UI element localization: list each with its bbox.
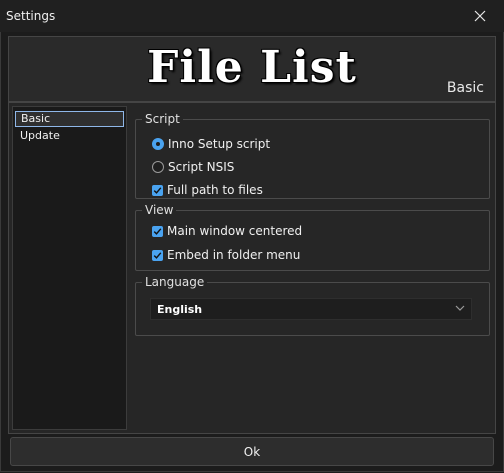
- sidebar-item-basic[interactable]: Basic: [15, 111, 124, 127]
- main-window-centered-checkbox[interactable]: Main window centered: [152, 224, 302, 238]
- view-group-label: View: [142, 203, 177, 217]
- app-logo: File List: [147, 42, 357, 93]
- embed-folder-menu-label: Embed in folder menu: [167, 248, 301, 262]
- chevron-down-icon: [455, 305, 465, 311]
- script-group: Script Inno Setup script Script NSIS Ful…: [135, 112, 490, 199]
- script-nsis-radio[interactable]: Script NSIS: [152, 160, 234, 174]
- checkmark-icon: [152, 225, 163, 237]
- language-select[interactable]: English: [150, 298, 472, 320]
- radio-unselected-icon: [152, 161, 164, 173]
- checkmark-icon: [152, 184, 163, 196]
- inno-setup-label: Inno Setup script: [168, 137, 271, 151]
- language-group-label: Language: [142, 275, 208, 289]
- full-path-label: Full path to files: [167, 183, 263, 197]
- sidebar: Basic Update: [12, 106, 127, 430]
- main-window-centered-label: Main window centered: [167, 224, 303, 238]
- settings-panel: Basic Update Script Inno Setup script Sc…: [8, 102, 496, 434]
- ok-button[interactable]: Ok: [10, 437, 494, 466]
- embed-folder-menu-checkbox[interactable]: Embed in folder menu: [152, 248, 300, 262]
- radio-selected-icon: [152, 138, 164, 150]
- page-title: Basic: [446, 80, 484, 96]
- title-bar: Settings: [0, 0, 504, 32]
- checkmark-icon: [152, 249, 163, 261]
- close-icon: [474, 10, 486, 22]
- sidebar-item-update[interactable]: Update: [15, 128, 124, 144]
- inno-setup-radio[interactable]: Inno Setup script: [152, 137, 270, 151]
- close-button[interactable]: [460, 2, 500, 30]
- view-group: View Main window centered Embed in folde…: [135, 203, 490, 271]
- window-title: Settings: [6, 9, 56, 23]
- script-nsis-label: Script NSIS: [168, 160, 235, 174]
- header-banner: File List Basic: [8, 36, 496, 102]
- language-selected-value: English: [157, 302, 203, 316]
- footer: Ok: [8, 436, 494, 466]
- full-path-checkbox[interactable]: Full path to files: [152, 183, 263, 197]
- language-group: Language English: [135, 275, 490, 336]
- script-group-label: Script: [142, 112, 183, 126]
